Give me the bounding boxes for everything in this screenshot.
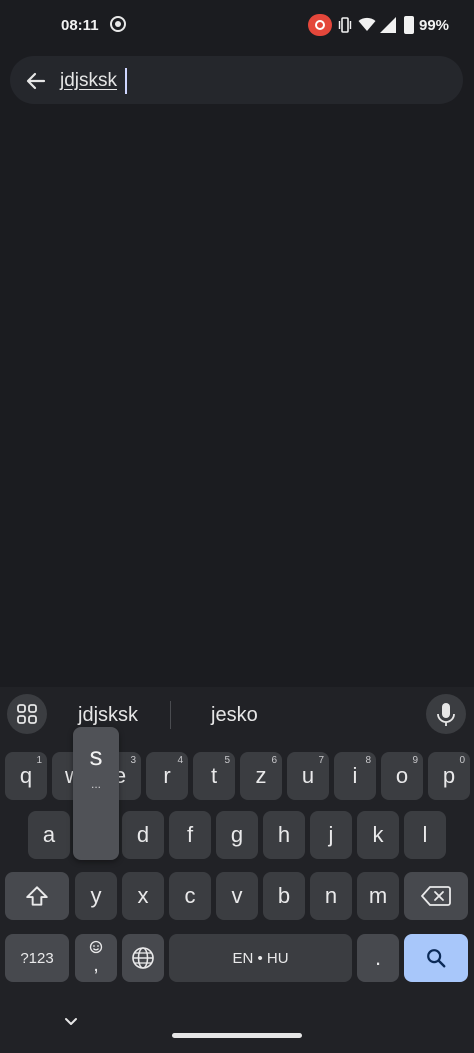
key-r[interactable]: r4 bbox=[146, 752, 188, 800]
key-x[interactable]: x bbox=[122, 872, 164, 920]
battery-icon bbox=[404, 16, 414, 34]
globe-icon bbox=[132, 947, 154, 969]
record-icon bbox=[110, 16, 126, 32]
key-u[interactable]: u7 bbox=[287, 752, 329, 800]
popup-more: ... bbox=[90, 777, 101, 791]
keyboard: jdjsksk jesko bbox=[0, 687, 474, 1053]
key-f[interactable]: f bbox=[169, 811, 211, 859]
emoji-comma-key[interactable]: , bbox=[75, 934, 117, 982]
search-action-key[interactable] bbox=[404, 934, 468, 982]
language-key[interactable] bbox=[122, 934, 164, 982]
key-h[interactable]: h bbox=[263, 811, 305, 859]
key-o[interactable]: o9 bbox=[381, 752, 423, 800]
key-g[interactable]: g bbox=[216, 811, 258, 859]
key-p[interactable]: p0 bbox=[428, 752, 470, 800]
key-preview-popup: s ... bbox=[73, 727, 119, 860]
battery-percent: 99% bbox=[419, 17, 450, 34]
key-l[interactable]: l bbox=[404, 811, 446, 859]
key-m[interactable]: m bbox=[357, 872, 399, 920]
status-bar: 08:11 99% bbox=[0, 0, 474, 52]
chevron-down-icon[interactable] bbox=[62, 1015, 80, 1029]
key-k[interactable]: k bbox=[357, 811, 399, 859]
backspace-icon bbox=[421, 886, 451, 906]
mic-button[interactable] bbox=[426, 694, 466, 734]
search-input[interactable]: jdjsksk bbox=[60, 70, 117, 92]
shift-key[interactable] bbox=[5, 872, 69, 920]
mic-icon bbox=[437, 703, 455, 726]
suggestion-divider bbox=[170, 701, 171, 729]
status-time: 08:11 bbox=[61, 17, 99, 34]
key-i[interactable]: i8 bbox=[334, 752, 376, 800]
numbers-key[interactable]: ?123 bbox=[5, 934, 69, 982]
grid-icon bbox=[17, 704, 37, 724]
period-key[interactable]: . bbox=[357, 934, 399, 982]
key-t[interactable]: t5 bbox=[193, 752, 235, 800]
key-q[interactable]: q1 bbox=[5, 752, 47, 800]
text-caret bbox=[125, 68, 127, 94]
grid-button[interactable] bbox=[7, 694, 47, 734]
key-j[interactable]: j bbox=[310, 811, 352, 859]
key-b[interactable]: b bbox=[263, 872, 305, 920]
search-icon bbox=[427, 949, 446, 968]
gesture-handle[interactable] bbox=[172, 1033, 302, 1038]
search-bar[interactable]: jdjsksk bbox=[10, 56, 463, 104]
wifi-icon bbox=[358, 17, 376, 31]
key-n[interactable]: n bbox=[310, 872, 352, 920]
key-a[interactable]: a bbox=[28, 811, 70, 859]
key-c[interactable]: c bbox=[169, 872, 211, 920]
signal-icon bbox=[380, 17, 396, 33]
space-key[interactable]: EN • HU bbox=[169, 934, 352, 982]
cast-icon bbox=[308, 14, 332, 36]
key-v[interactable]: v bbox=[216, 872, 258, 920]
back-arrow-icon[interactable] bbox=[24, 69, 48, 93]
backspace-key[interactable] bbox=[404, 872, 468, 920]
key-y[interactable]: y bbox=[75, 872, 117, 920]
shift-icon bbox=[26, 886, 48, 906]
key-z[interactable]: z6 bbox=[240, 752, 282, 800]
emoji-icon bbox=[89, 940, 103, 954]
suggestion-1[interactable]: jdjsksk bbox=[78, 704, 138, 727]
key-d[interactable]: d bbox=[122, 811, 164, 859]
popup-char: s bbox=[89, 741, 103, 771]
suggestion-2[interactable]: jesko bbox=[211, 704, 258, 727]
vibrate-icon bbox=[338, 17, 352, 33]
